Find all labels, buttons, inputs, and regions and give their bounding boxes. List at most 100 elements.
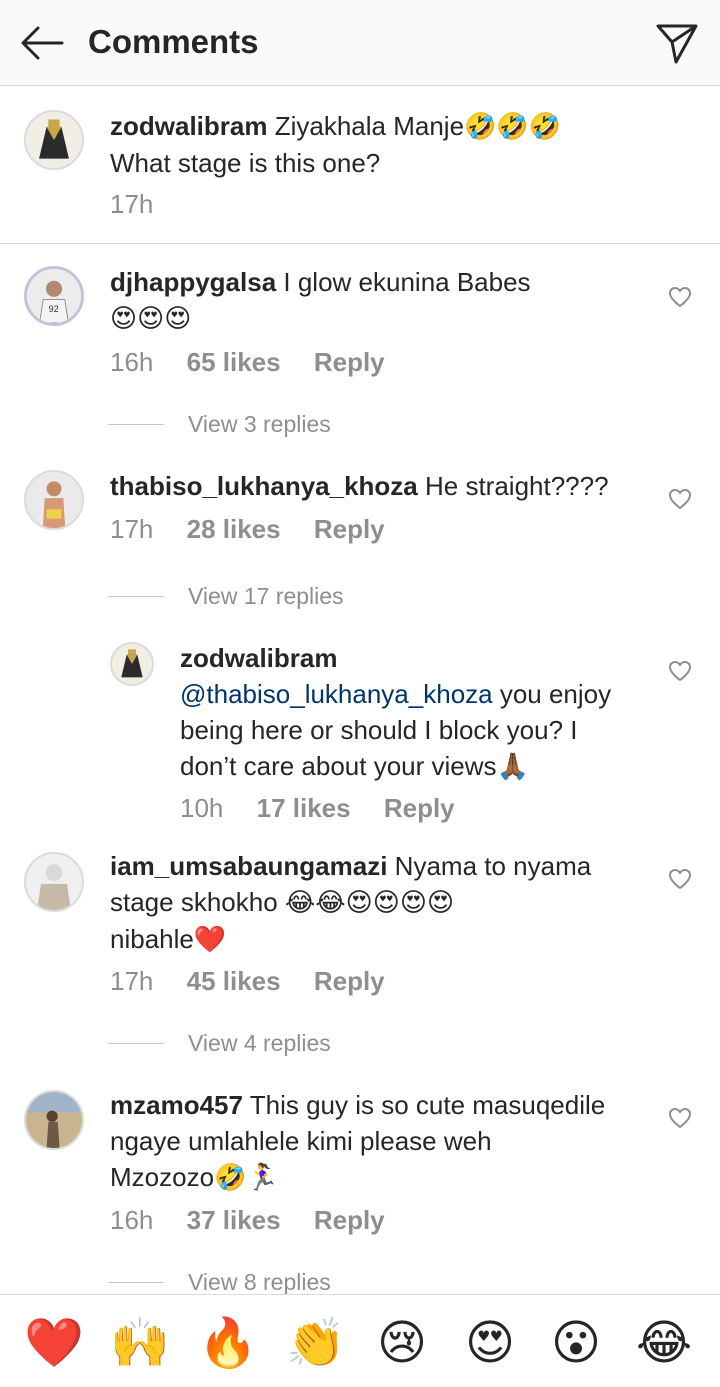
- avatar-image: 92: [27, 269, 81, 323]
- comment-body: This guy is so cute masuqedile: [249, 1090, 606, 1120]
- avatar-image: [26, 1092, 82, 1148]
- arrow-left-icon: [21, 26, 64, 60]
- comment-line-3: nibahle: [110, 924, 194, 954]
- reply-body-3: don’t care about your views: [180, 751, 497, 781]
- reply-emoji: 🙏🏾: [496, 752, 529, 782]
- caption-text: zodwalibram Ziyakhala Manje🤣🤣🤣 What stag…: [110, 108, 561, 181]
- likes-count[interactable]: 65 likes: [187, 347, 281, 377]
- heart-emoji-button[interactable]: ❤️: [24, 1313, 84, 1373]
- avatar[interactable]: [24, 470, 84, 530]
- timestamp: 17h: [110, 514, 154, 544]
- comment-line-2: ngaye umlahlele kimi please weh: [110, 1126, 492, 1156]
- heart-outline-icon: [668, 286, 692, 308]
- divider-line: [108, 424, 164, 425]
- top-bar: Comments: [0, 0, 720, 86]
- avatar[interactable]: [24, 110, 84, 170]
- avatar-image: [112, 644, 152, 684]
- clapping-emoji-button[interactable]: 👏: [286, 1313, 346, 1373]
- username[interactable]: zodwalibram: [110, 111, 267, 141]
- heart-outline-icon: [668, 868, 692, 890]
- mention-link[interactable]: @thabiso_lukhanya_khoza: [180, 679, 493, 709]
- reply-text: zodwalibram @thabiso_lukhanya_khoza you …: [180, 640, 611, 785]
- username[interactable]: mzamo457: [110, 1090, 243, 1120]
- avatar-image: [26, 112, 82, 168]
- reply-body-1: you enjoy: [492, 679, 612, 709]
- crying-emoji-button[interactable]: 😢: [372, 1313, 432, 1373]
- heart-outline-icon: [668, 488, 692, 510]
- laughing-emoji-button[interactable]: 😂: [634, 1313, 694, 1373]
- likes-count[interactable]: 45 likes: [187, 966, 281, 996]
- reply-meta: 10h 17 likes Reply: [180, 792, 481, 824]
- heart-eyes-emoji-button[interactable]: 😍: [460, 1313, 520, 1373]
- avatar[interactable]: [110, 642, 154, 686]
- like-comment-button[interactable]: [668, 1107, 692, 1129]
- username[interactable]: iam_umsabaungamazi: [110, 851, 387, 881]
- username[interactable]: zodwalibram: [180, 643, 337, 673]
- divider-line: [108, 596, 164, 597]
- comment-line-3: Mzozozo: [110, 1162, 215, 1192]
- like-comment-button[interactable]: [668, 286, 692, 308]
- reply-button[interactable]: Reply: [384, 793, 455, 823]
- reply-button[interactable]: Reply: [314, 347, 385, 377]
- comment-meta: 17h 28 likes Reply: [110, 513, 411, 545]
- like-comment-button[interactable]: [668, 660, 692, 682]
- svg-text:92: 92: [49, 304, 59, 314]
- surprised-emoji-button[interactable]: 😮: [546, 1313, 606, 1373]
- fire-emoji-button[interactable]: 🔥: [198, 1313, 258, 1373]
- reply-body-2: being here or should I block you? I: [180, 715, 578, 745]
- raised-hands-emoji-button[interactable]: 🙌: [110, 1313, 170, 1373]
- timestamp: 17h: [110, 189, 154, 219]
- timestamp: 17h: [110, 966, 154, 996]
- comment-meta: 16h 65 likes Reply: [110, 346, 411, 378]
- divider-line: [108, 1282, 164, 1283]
- avatar[interactable]: [24, 852, 84, 912]
- comment-emoji: 🤣🏃‍♀️: [214, 1163, 279, 1193]
- likes-count[interactable]: 37 likes: [187, 1205, 281, 1235]
- comment-text: iam_umsabaungamazi Nyama to nyama stage …: [110, 848, 591, 958]
- username[interactable]: djhappygalsa: [110, 267, 276, 297]
- timestamp: 16h: [110, 347, 154, 377]
- comment-body: Nyama to nyama: [394, 851, 592, 881]
- like-comment-button[interactable]: [668, 488, 692, 510]
- post-caption: zodwalibram Ziyakhala Manje🤣🤣🤣 What stag…: [0, 86, 720, 244]
- reply-button[interactable]: Reply: [314, 514, 385, 544]
- comment-text: thabiso_lukhanya_khoza He straight????: [110, 468, 609, 504]
- username[interactable]: thabiso_lukhanya_khoza: [110, 471, 418, 501]
- comment-body: He straight????: [425, 471, 609, 501]
- reply-button[interactable]: Reply: [314, 1205, 385, 1235]
- comment-emoji: ❤️: [193, 925, 227, 955]
- comment-meta: 17h 45 likes Reply: [110, 965, 411, 997]
- heart-outline-icon: [668, 1107, 692, 1129]
- avatar[interactable]: [24, 1090, 84, 1150]
- paper-plane-icon: [656, 24, 698, 64]
- page-title: Comments: [88, 23, 259, 60]
- caption-body: Ziyakhala Manje: [274, 111, 465, 141]
- comment-meta: 16h 37 likes Reply: [110, 1204, 411, 1236]
- comment-line-2: stage skhokho: [110, 887, 278, 917]
- view-replies-label: View 17 replies: [188, 583, 344, 609]
- emoji-reaction-bar: ❤️ 🙌 🔥 👏 😢 😍 😮 😂: [0, 1294, 720, 1387]
- timestamp: 16h: [110, 1205, 154, 1235]
- comment-emoji: 😍😍😍: [110, 304, 192, 334]
- back-button[interactable]: [18, 24, 66, 62]
- view-replies-label: View 4 replies: [188, 1030, 331, 1056]
- divider-line: [108, 1043, 164, 1044]
- likes-count[interactable]: 28 likes: [187, 514, 281, 544]
- avatar[interactable]: 92: [24, 266, 84, 326]
- timestamp: 10h: [180, 793, 224, 823]
- likes-count[interactable]: 17 likes: [257, 793, 351, 823]
- like-comment-button[interactable]: [668, 868, 692, 890]
- caption-line-2: What stage is this one?: [110, 148, 381, 178]
- avatar-image: [26, 854, 82, 910]
- reply-button[interactable]: Reply: [314, 966, 385, 996]
- comment-emoji: 😂😂😍😍😍😍: [284, 888, 455, 918]
- share-button[interactable]: [654, 20, 700, 66]
- heart-outline-icon: [668, 660, 692, 682]
- caption-emoji: 🤣🤣🤣: [464, 112, 562, 142]
- view-replies-label: View 3 replies: [188, 411, 331, 437]
- comment-body: I glow ekunina Babes: [283, 267, 531, 297]
- comment-text: djhappygalsa I glow ekunina Babes 😍😍😍: [110, 264, 531, 337]
- avatar-image: [26, 472, 82, 528]
- caption-meta: 17h: [110, 188, 179, 220]
- comment-text: mzamo457 This guy is so cute masuqedile …: [110, 1087, 605, 1196]
